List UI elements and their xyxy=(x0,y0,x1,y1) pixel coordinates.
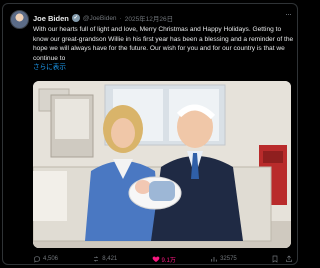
author-handle[interactable]: @JoeBiden xyxy=(83,15,117,22)
post-header: Joe Biden ✓ @JoeBiden · 2025年12月26日 xyxy=(33,12,291,24)
author-avatar[interactable] xyxy=(10,10,29,29)
post-card[interactable]: Joe Biden ✓ @JoeBiden · 2025年12月26日 ··· … xyxy=(2,3,298,265)
repost-icon xyxy=(94,256,99,262)
right-action-icons xyxy=(271,255,293,263)
more-icon[interactable]: ··· xyxy=(285,9,292,19)
repost-button[interactable]: 8,421 xyxy=(92,255,117,263)
post-actions: 4,506 8,421 9.1万 32575 xyxy=(33,254,293,264)
repost-count: 8,421 xyxy=(102,256,118,262)
reply-count: 4,506 xyxy=(43,256,59,262)
verified-badge-icon: ✓ xyxy=(71,14,80,22)
bookmark-icon[interactable] xyxy=(271,255,279,263)
share-icon[interactable] xyxy=(285,255,293,263)
family-photo-illustration xyxy=(33,81,291,248)
author-name[interactable]: Joe Biden xyxy=(33,14,69,23)
post-body: With our hearts full of light and love, … xyxy=(33,26,294,62)
views-icon xyxy=(211,257,217,262)
views-count: 32575 xyxy=(220,256,237,262)
show-more-link[interactable]: さらに表示 xyxy=(33,63,295,73)
like-button[interactable]: 9.1万 xyxy=(152,255,176,264)
like-count: 9.1万 xyxy=(161,257,176,264)
reply-icon xyxy=(33,256,41,263)
views-button[interactable]: 32575 xyxy=(210,255,237,263)
reply-button[interactable]: 4,506 xyxy=(33,255,58,263)
post-photo[interactable] xyxy=(33,81,291,248)
heart-icon xyxy=(152,256,159,262)
header-separator: · xyxy=(119,14,122,22)
post-text: With our hearts full of light and love, … xyxy=(33,25,295,73)
post-date[interactable]: 2025年12月26日 xyxy=(125,13,173,23)
